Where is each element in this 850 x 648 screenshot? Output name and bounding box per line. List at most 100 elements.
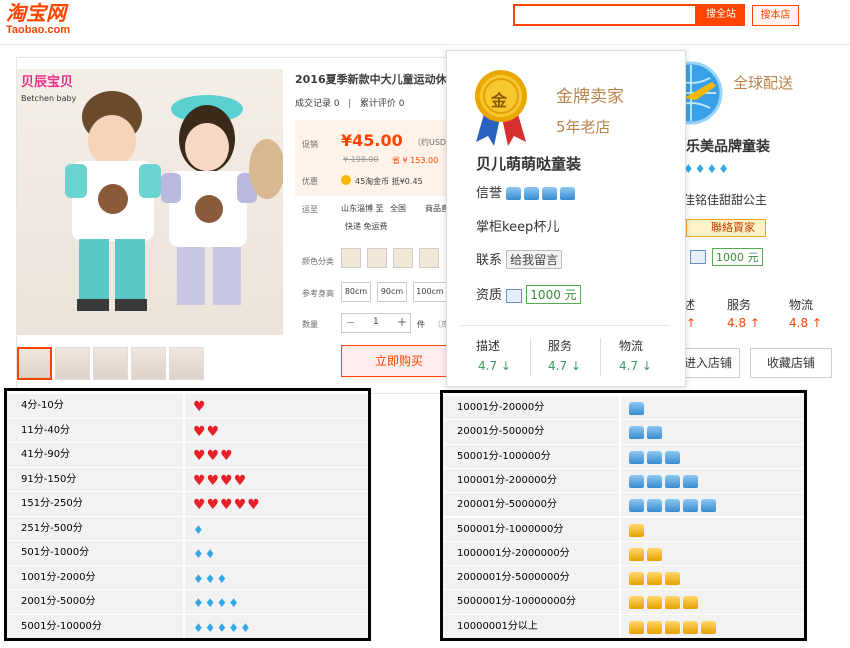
sales-label: 成交记录 — [295, 99, 332, 109]
blue-crown-icon — [665, 474, 680, 488]
old-price: ¥ 198.00 — [343, 155, 379, 164]
diamond-icon: ♦ — [193, 596, 204, 610]
blue-crown-icon — [629, 499, 644, 513]
logo-en: Taobao.com — [6, 24, 70, 36]
credit-icons: ♦ — [185, 516, 368, 540]
product-stats: 成交记录 0 | 累计评价 0 — [295, 99, 405, 109]
score-range: 41分-90分 — [7, 443, 183, 467]
shop-years-label: 5年老店 — [556, 118, 611, 136]
gold-crown-icon — [647, 596, 662, 610]
score-header-logistics: 物流 — [619, 339, 644, 353]
table-row: 2000001分-5000000分 — [443, 566, 804, 590]
qty-label: 数量 — [302, 320, 318, 329]
blue-crown-icon — [647, 499, 662, 513]
heart-icon: ♥ — [233, 497, 247, 513]
thumbnail-2[interactable] — [55, 347, 90, 380]
credit-table-left: 4分-10分 ♥ 11分-40分 ♥♥ 41分-90分 ♥♥♥ 91分-150分 ♥♥♥♥ 15… — [4, 388, 371, 641]
ship-from: 山东淄博 至 — [341, 204, 384, 213]
gold-crown-icon — [647, 572, 662, 586]
save-amount: 省 ¥ 153.00 — [392, 156, 439, 165]
popup-shop-name[interactable]: 贝儿萌萌哒童装 — [476, 153, 581, 174]
credit-icons: ♥♥♥ — [185, 443, 368, 467]
qty-minus-button[interactable]: − — [346, 316, 355, 329]
credit-icons — [621, 566, 804, 590]
blue-crown-icon — [665, 499, 680, 513]
qty-value[interactable]: 1 — [373, 317, 379, 327]
score-range: 4分-10分 — [7, 394, 183, 418]
score-service: 4.7 ↓ — [548, 359, 581, 373]
size-option-2[interactable]: 90cm — [377, 282, 407, 302]
heart-icon: ♥ — [233, 472, 247, 489]
heart-icon: ♥ — [193, 448, 206, 464]
gold-crown-icon — [647, 547, 662, 561]
credit-icons — [621, 517, 804, 541]
buy-now-button[interactable]: 立即购买 — [341, 345, 457, 377]
score-range: 1000001分-2000000分 — [443, 541, 619, 566]
qty-plus-button[interactable]: + — [397, 315, 407, 329]
blue-crown-icon — [506, 187, 522, 200]
heart-icon: ♥ — [193, 472, 206, 489]
color-option-3[interactable] — [393, 248, 413, 268]
heart-icon: ♥ — [206, 472, 220, 489]
favorite-shop-button[interactable]: 收藏店铺 — [750, 348, 832, 378]
blue-crown-icon — [629, 426, 644, 440]
heart-icon: ♥ — [193, 399, 206, 415]
panel-score-2: 4.8 ↑ — [727, 316, 760, 330]
taobao-logo[interactable]: 淘宝网 Taobao.com — [6, 2, 70, 36]
score-range: 10000001分以上 — [443, 614, 619, 638]
thumbnail-3[interactable] — [93, 347, 128, 380]
score-range: 2000001分-5000000分 — [443, 566, 619, 590]
table-row: 11分-40分 ♥♥ — [7, 418, 368, 442]
ship-to-select[interactable]: 全国 — [390, 203, 406, 214]
size-option-3[interactable]: 100cm — [413, 282, 447, 302]
credit-label: 信誉 — [476, 186, 503, 201]
thumbnail-1[interactable] — [17, 347, 52, 380]
credit-icons: ♥♥♥♥♥ — [185, 492, 368, 516]
heart-icon: ♥ — [206, 448, 220, 464]
product-main-image[interactable]: 贝辰宝贝 Betchen baby — [17, 69, 283, 335]
score-range: 2001分-5000分 — [7, 590, 183, 614]
color-option-1[interactable] — [341, 248, 361, 268]
score-range: 200001分-500000分 — [443, 493, 619, 517]
blue-crown-icon — [629, 450, 644, 464]
diamond-icon: ♦ — [216, 596, 228, 610]
leave-message-button[interactable]: 给我留言 — [506, 250, 563, 269]
gold-crown-icon — [683, 620, 698, 634]
ship-label: 运至 — [302, 205, 318, 214]
credit-icons — [621, 468, 804, 493]
qualification-row: 资质 1000 元 — [476, 284, 581, 304]
score-separator — [600, 338, 601, 376]
thumbnail-5[interactable] — [169, 347, 204, 380]
keeper-name[interactable]: 掌柜keep杯儿 — [476, 216, 559, 235]
credit-icons: ♦♦♦♦ — [185, 590, 368, 614]
search-shop-button[interactable]: 搜本店 — [752, 5, 799, 26]
credit-table-right: 10001分-20000分 20001分-50000分 50001分-100000分… — [440, 390, 807, 641]
search-all-button[interactable]: 搜全站 — [697, 4, 745, 26]
score-range: 50001分-100000分 — [443, 444, 619, 468]
contact-seller-tag[interactable]: 聯絡賣家 — [686, 219, 766, 237]
color-option-2[interactable] — [367, 248, 387, 268]
score-range: 10001分-20000分 — [443, 396, 619, 420]
panel-score-header-3: 物流 — [789, 298, 814, 312]
panel-credit-diamonds: ♦♦♦♦ — [683, 158, 730, 177]
blue-crown-icon — [701, 499, 716, 513]
diamond-icon: ♦ — [216, 571, 228, 586]
blue-crown-icon — [647, 474, 662, 488]
gold-crown-icon — [629, 523, 644, 537]
color-option-4[interactable] — [419, 248, 439, 268]
credit-icons: ♦♦♦ — [185, 565, 368, 589]
gold-crown-icon — [629, 572, 644, 586]
popup-divider — [460, 325, 670, 326]
panel-shop-name: 乐美品牌童装 — [686, 139, 770, 155]
search-input[interactable] — [513, 4, 697, 26]
size-option-1[interactable]: 80cm — [341, 282, 371, 302]
gold-crown-icon — [629, 596, 644, 610]
credit-icons — [621, 493, 804, 517]
gold-crown-icon — [629, 547, 644, 561]
diamond-icon: ♦ — [228, 620, 240, 635]
gold-crown-icon — [629, 620, 644, 634]
table-row: 1000001分-2000000分 — [443, 541, 804, 566]
thumbnail-4[interactable] — [131, 347, 166, 380]
diamond-icon: ♦ — [204, 547, 216, 561]
heart-icon: ♥ — [220, 497, 233, 513]
